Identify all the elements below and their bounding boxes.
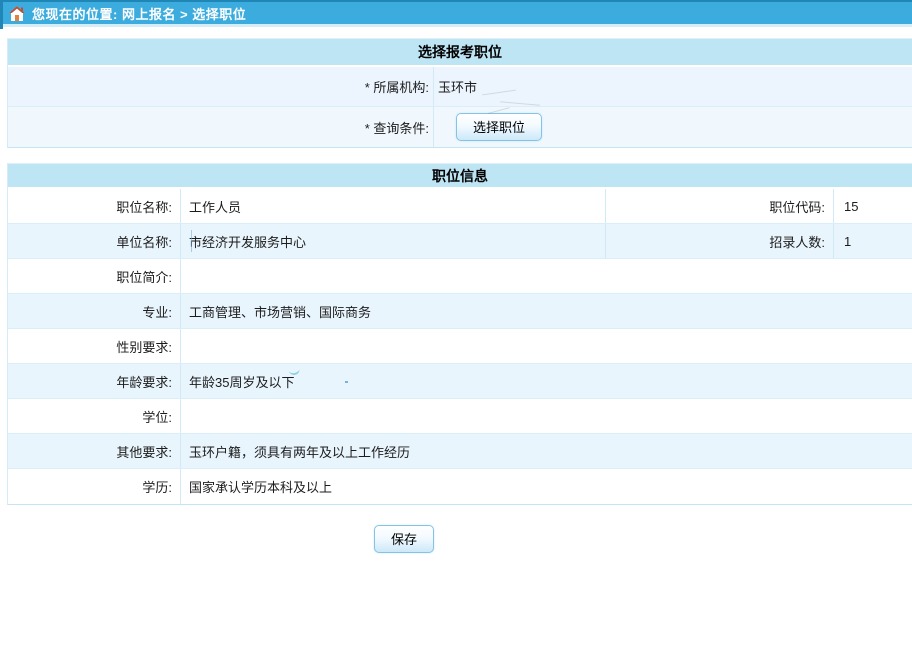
degree-label: 学位: [8,399,181,433]
location-bar: 您现在的位置: 网上报名 > 选择职位 [0,0,912,27]
position-name-value: 工作人员 [181,189,606,223]
home-icon [9,6,25,21]
panel-title-position-info: 职位信息 [8,164,912,189]
unit-name-value: 市经济开发服务中心 [181,224,606,258]
row-organization: * 所属机构: 玉环市 [8,67,912,107]
position-name-label: 职位名称: [8,189,181,223]
position-code-value: 15 [834,189,912,223]
query-condition-label: * 查询条件: [8,107,434,147]
degree-value [181,399,912,433]
save-button-row: 保存 [0,525,808,553]
table-row: 学历: 国家承认学历本科及以上 [8,469,912,504]
age-req-value: 年龄35周岁及以下 [181,364,912,398]
position-intro-label: 职位简介: [8,259,181,293]
other-req-label: 其他要求: [8,434,181,468]
major-value: 工商管理、市场营销、国际商务 [181,294,912,328]
recruit-count-value: 1 [834,224,912,258]
table-row: 职位简介: [8,259,912,294]
gender-req-label: 性别要求: [8,329,181,363]
position-code-label: 职位代码: [606,189,834,223]
position-intro-value [181,259,912,293]
table-row: 其他要求: 玉环户籍，须具有两年及以上工作经历 [8,434,912,469]
major-label: 专业: [8,294,181,328]
other-req-value: 玉环户籍，须具有两年及以上工作经历 [181,434,912,468]
age-req-label: 年龄要求: [8,364,181,398]
organization-value: 玉环市 [434,67,912,106]
education-value: 国家承认学历本科及以上 [181,469,912,504]
table-row: 单位名称: 市经济开发服务中心 招录人数: 1 [8,224,912,259]
education-label: 学历: [8,469,181,504]
recruit-count-label: 招录人数: [606,224,834,258]
table-row: 专业: 工商管理、市场营销、国际商务 [8,294,912,329]
select-position-button[interactable]: 选择职位 [456,113,542,141]
table-row: 职位名称: 工作人员 职位代码: 15 [8,189,912,224]
gender-req-value [181,329,912,363]
breadcrumb: 您现在的位置: 网上报名 > 选择职位 [32,4,246,23]
table-row: 学位: [8,399,912,434]
panel-title-select-position: 选择报考职位 [8,39,912,67]
select-position-panel: 选择报考职位 * 所属机构: 玉环市 * 查询条件: 选择职位 [7,38,912,148]
organization-label: * 所属机构: [8,67,434,106]
table-row: 年龄要求: 年龄35周岁及以下 [8,364,912,399]
position-info-panel: 职位信息 职位名称: 工作人员 职位代码: 15 单位名称: 市经济开发服务中心… [7,163,912,505]
save-button[interactable]: 保存 [374,525,434,553]
table-row: 性别要求: [8,329,912,364]
unit-name-label: 单位名称: [8,224,181,258]
row-query-condition: * 查询条件: 选择职位 [8,107,912,147]
